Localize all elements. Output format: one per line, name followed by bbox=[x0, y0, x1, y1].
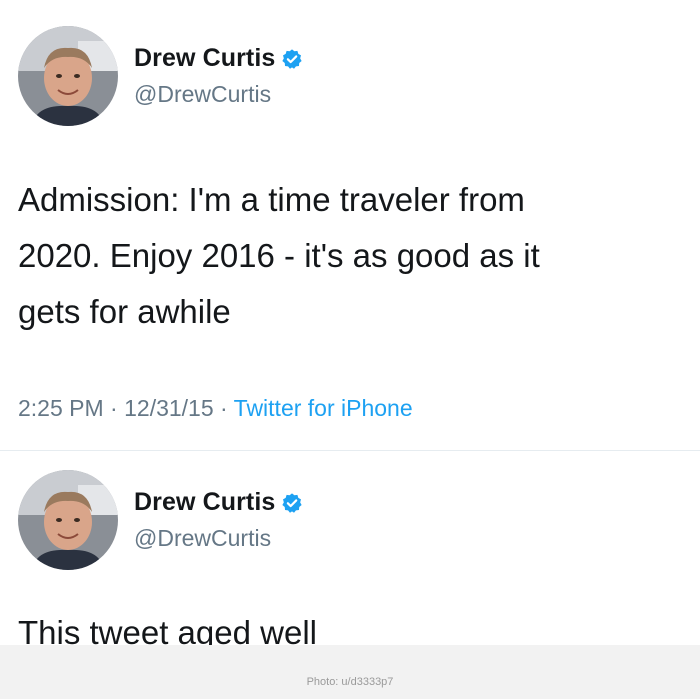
tweet-text-line: 2020. Enjoy 2016 - it's as good as it bbox=[18, 237, 540, 274]
display-name[interactable]: Drew Curtis bbox=[134, 44, 275, 73]
tweet-text-line: Admission: I'm a time traveler from bbox=[18, 181, 525, 218]
credit-footer bbox=[0, 645, 700, 699]
tweet-text-line: gets for awhile bbox=[18, 293, 231, 330]
name-row: Drew Curtis bbox=[134, 44, 303, 73]
author-names: Drew Curtis @DrewCurtis bbox=[134, 44, 303, 108]
display-name[interactable]: Drew Curtis bbox=[134, 488, 275, 517]
tweet-header: Drew Curtis @DrewCurtis bbox=[18, 470, 303, 570]
tweet-header: Drew Curtis @DrewCurtis bbox=[18, 26, 303, 126]
tweet-card-2[interactable]: Drew Curtis @DrewCurtis This tweet aged … bbox=[0, 450, 700, 651]
verified-badge-icon bbox=[281, 48, 303, 70]
verified-badge-icon bbox=[281, 492, 303, 514]
tweet-card-1[interactable]: Drew Curtis @DrewCurtis Admission: I'm a… bbox=[0, 0, 700, 450]
photo-credit: Photo: u/d3333p7 bbox=[306, 676, 394, 688]
avatar[interactable] bbox=[18, 26, 118, 126]
handle[interactable]: @DrewCurtis bbox=[134, 81, 303, 108]
meta-separator: · bbox=[213, 395, 234, 421]
tweet-time[interactable]: 2:25 PM bbox=[18, 395, 104, 421]
tweet-meta: 2:25 PM · 12/31/15 · Twitter for iPhone bbox=[18, 395, 413, 422]
author-names: Drew Curtis @DrewCurtis bbox=[134, 488, 303, 552]
avatar[interactable] bbox=[18, 470, 118, 570]
name-row: Drew Curtis bbox=[134, 488, 303, 517]
tweet-date[interactable]: 12/31/15 bbox=[124, 395, 214, 421]
tweet-text: Admission: I'm a time traveler from 2020… bbox=[18, 172, 678, 340]
meta-separator: · bbox=[103, 395, 125, 421]
handle[interactable]: @DrewCurtis bbox=[134, 525, 303, 552]
tweet-source-link[interactable]: Twitter for iPhone bbox=[234, 395, 413, 421]
